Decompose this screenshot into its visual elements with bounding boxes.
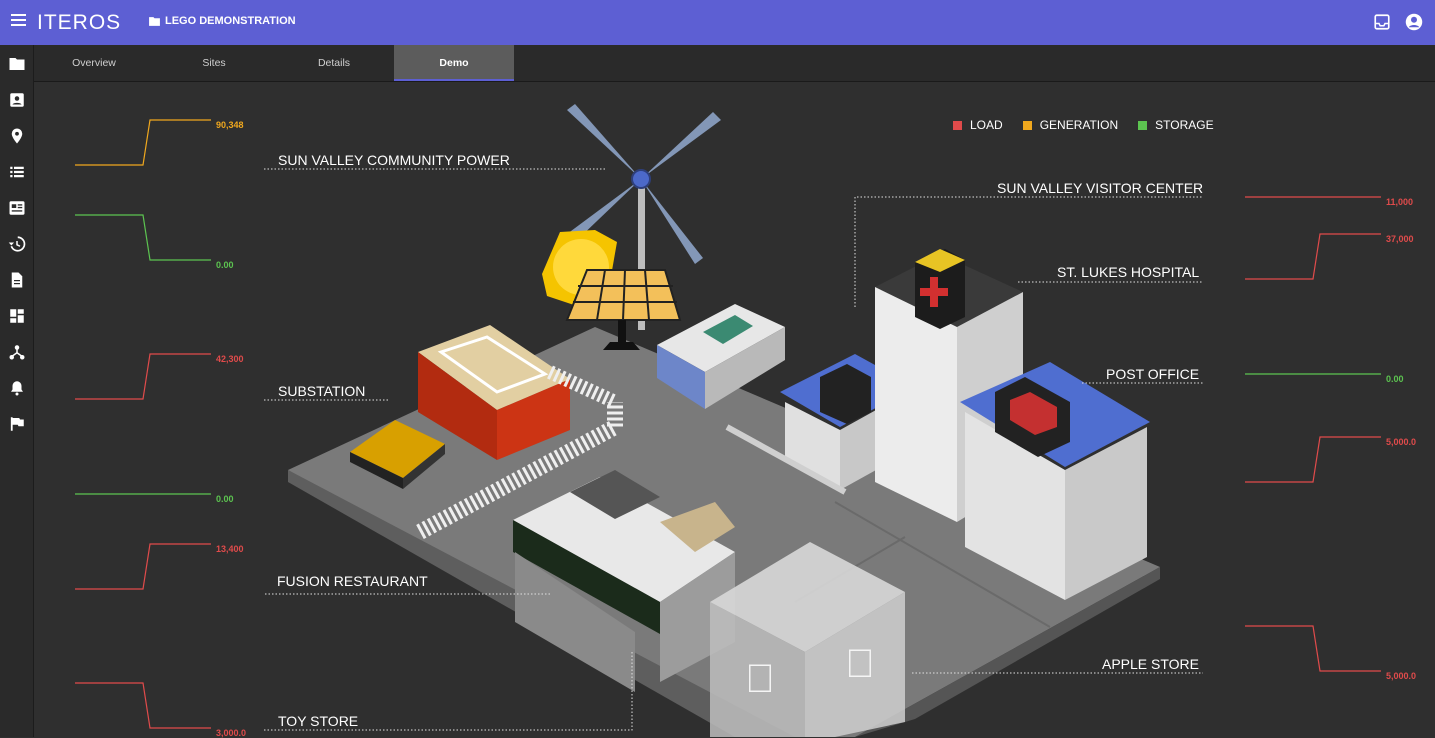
site-label-hospital[interactable]: ST. LUKES HOSPITAL bbox=[1057, 264, 1199, 280]
sidebar-item-list[interactable] bbox=[8, 163, 26, 181]
site-label-post-office[interactable]: POST OFFICE bbox=[1106, 366, 1199, 382]
sidebar-item-reports[interactable] bbox=[8, 199, 26, 217]
sidebar-item-alerts[interactable] bbox=[8, 379, 26, 397]
lego-city-illustration:   bbox=[75, 104, 1381, 737]
list-icon bbox=[10, 166, 24, 178]
tab-details[interactable]: Details bbox=[274, 45, 394, 81]
site-label-visitor-center[interactable]: SUN VALLEY VISITOR CENTER bbox=[997, 180, 1203, 196]
document-icon bbox=[11, 272, 23, 288]
solar-panel bbox=[542, 230, 682, 350]
legend-item-storage[interactable]: STORAGE bbox=[1138, 118, 1214, 132]
spark-value: 5,000.0 bbox=[1386, 437, 1417, 447]
site-label-substation[interactable]: SUBSTATION bbox=[278, 383, 365, 399]
folder-icon bbox=[9, 58, 25, 70]
sidebar-item-network[interactable] bbox=[8, 343, 26, 361]
legend-label: LOAD bbox=[970, 118, 1003, 132]
top-app-bar: ITEROS LEGO DEMONSTRATION bbox=[0, 0, 1435, 45]
spark-value: 0.00 bbox=[216, 494, 234, 504]
legend-item-generation[interactable]: GENERATION bbox=[1022, 118, 1119, 132]
spark-left-0 bbox=[75, 119, 211, 166]
sidebar-item-documents[interactable] bbox=[8, 271, 26, 289]
spark-value: 42,300 bbox=[216, 354, 244, 364]
sidebar-item-contacts[interactable] bbox=[8, 91, 26, 109]
svg-text::  bbox=[845, 642, 875, 686]
sidebar-item-projects[interactable] bbox=[8, 55, 26, 73]
legend-swatch bbox=[1138, 120, 1148, 130]
legend-label: GENERATION bbox=[1039, 118, 1119, 132]
project-name: LEGO DEMONSTRATION bbox=[165, 15, 296, 27]
tab-demo[interactable]: Demo bbox=[394, 45, 514, 81]
tab-overview[interactable]: Overview bbox=[34, 45, 154, 81]
svg-text::  bbox=[745, 657, 775, 701]
spark-right-3 bbox=[1245, 436, 1381, 483]
spark-value: 37,000 bbox=[1386, 234, 1414, 244]
contact-icon bbox=[10, 93, 24, 107]
menu-icon[interactable] bbox=[11, 14, 26, 30]
site-label-fusion-restaurant[interactable]: FUSION RESTAURANT bbox=[277, 573, 428, 589]
site-label-apple-store[interactable]: APPLE STORE bbox=[1102, 656, 1199, 672]
dashboard-icon bbox=[10, 309, 24, 323]
demo-stage:   LOAD GENERATION STORAGE bbox=[35, 82, 1435, 738]
spark-value: 90,348 bbox=[216, 120, 244, 130]
spark-left-4 bbox=[75, 543, 211, 590]
legend-item-load[interactable]: LOAD bbox=[953, 118, 1003, 132]
tab-sites[interactable]: Sites bbox=[154, 45, 274, 81]
site-label-community-power[interactable]: SUN VALLEY COMMUNITY POWER bbox=[278, 152, 510, 168]
sidebar-item-flags[interactable] bbox=[8, 415, 26, 433]
account-icon[interactable] bbox=[1405, 13, 1423, 31]
location-icon bbox=[11, 128, 23, 144]
site-label-toy-store[interactable]: TOY STORE bbox=[278, 713, 358, 729]
sidebar-item-dashboard[interactable] bbox=[8, 307, 26, 325]
app-brand[interactable]: ITEROS bbox=[37, 11, 121, 35]
legend-swatch bbox=[953, 120, 962, 130]
flag-icon bbox=[10, 417, 24, 431]
spark-left-2 bbox=[75, 353, 211, 400]
spark-value: 11,000 bbox=[1386, 197, 1414, 207]
folder-icon bbox=[149, 16, 160, 26]
project-breadcrumb[interactable]: LEGO DEMONSTRATION bbox=[148, 15, 296, 27]
network-icon bbox=[9, 345, 25, 360]
legend-swatch bbox=[1022, 120, 1032, 130]
tab-bar: Overview Sites Details Demo bbox=[34, 45, 1435, 82]
spark-left-1 bbox=[75, 214, 211, 261]
legend-label: STORAGE bbox=[1155, 118, 1214, 132]
sidebar-nav bbox=[0, 45, 34, 737]
bell-icon bbox=[11, 381, 23, 396]
spark-value: 0.00 bbox=[216, 260, 234, 270]
spark-value: 0.00 bbox=[1386, 374, 1404, 384]
spark-left-5 bbox=[75, 682, 211, 729]
sidebar-item-locations[interactable] bbox=[8, 127, 26, 145]
spark-value: 5,000.0 bbox=[1386, 671, 1417, 681]
history-icon bbox=[8, 236, 26, 252]
spark-value: 13,400 bbox=[216, 544, 244, 554]
news-icon bbox=[9, 201, 25, 215]
spark-right-1 bbox=[1245, 233, 1381, 280]
sidebar-item-history[interactable] bbox=[8, 235, 26, 253]
spark-right-4 bbox=[1245, 625, 1381, 672]
inbox-icon[interactable] bbox=[1373, 13, 1391, 31]
legend: LOAD GENERATION STORAGE bbox=[953, 118, 1214, 132]
